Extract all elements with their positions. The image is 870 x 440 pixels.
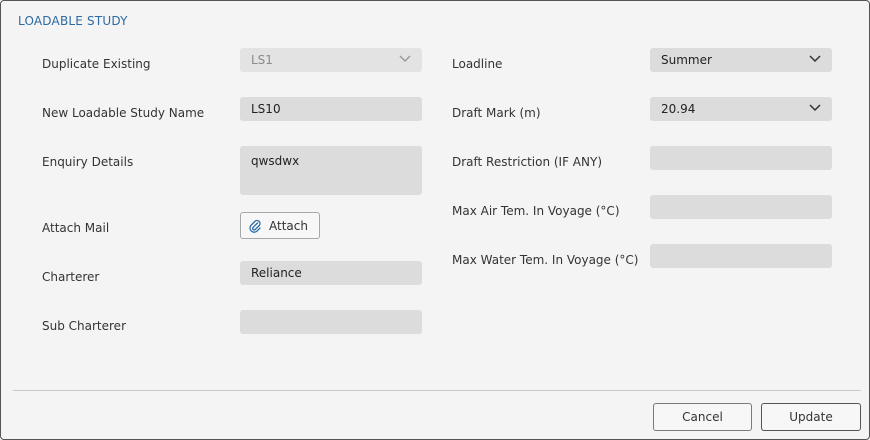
charterer-value: Reliance: [251, 266, 302, 280]
draft-restriction-label: Draft Restriction (IF ANY): [452, 155, 602, 169]
enquiry-details-value: qwsdwx: [251, 154, 300, 168]
max-water-temp-label: Max Water Tem. In Voyage (°C): [452, 253, 639, 267]
chevron-down-icon: [399, 55, 411, 63]
dialog-title: LOADABLE STUDY: [18, 14, 128, 28]
loadline-value: Summer: [661, 53, 712, 67]
duplicate-existing-select[interactable]: LS1: [240, 48, 422, 72]
loadable-study-dialog: LOADABLE STUDY Duplicate Existing LS1 Ne…: [0, 0, 870, 440]
attach-button[interactable]: Attach: [240, 212, 320, 239]
draft-mark-select[interactable]: 20.94: [650, 97, 832, 121]
enquiry-details-label: Enquiry Details: [42, 155, 134, 169]
footer-divider: [13, 390, 861, 391]
max-air-temp-label: Max Air Tem. In Voyage (°C): [452, 204, 620, 218]
sub-charterer-label: Sub Charterer: [42, 319, 126, 333]
new-name-label: New Loadable Study Name: [42, 106, 205, 120]
draft-mark-value: 20.94: [661, 102, 696, 116]
new-name-input[interactable]: LS10: [240, 97, 422, 121]
draft-restriction-input[interactable]: [650, 146, 832, 170]
duplicate-existing-label: Duplicate Existing: [42, 57, 151, 71]
charterer-input[interactable]: Reliance: [240, 261, 422, 285]
loadline-label: Loadline: [452, 57, 503, 71]
attach-button-label: Attach: [269, 218, 308, 233]
max-water-temp-input[interactable]: [650, 244, 832, 268]
draft-mark-label: Draft Mark (m): [452, 106, 541, 120]
enquiry-details-textarea[interactable]: qwsdwx: [240, 146, 422, 195]
sub-charterer-input[interactable]: [240, 310, 422, 334]
cancel-button[interactable]: Cancel: [653, 403, 752, 431]
chevron-down-icon: [809, 55, 821, 63]
chevron-down-icon: [809, 104, 821, 112]
paperclip-icon: [249, 219, 261, 233]
loadline-select[interactable]: Summer: [650, 48, 832, 72]
new-name-value: LS10: [251, 102, 281, 116]
charterer-label: Charterer: [42, 270, 100, 284]
attach-mail-label: Attach Mail: [42, 221, 110, 235]
max-air-temp-input[interactable]: [650, 195, 832, 219]
duplicate-existing-value: LS1: [251, 53, 273, 67]
update-button[interactable]: Update: [761, 403, 861, 431]
